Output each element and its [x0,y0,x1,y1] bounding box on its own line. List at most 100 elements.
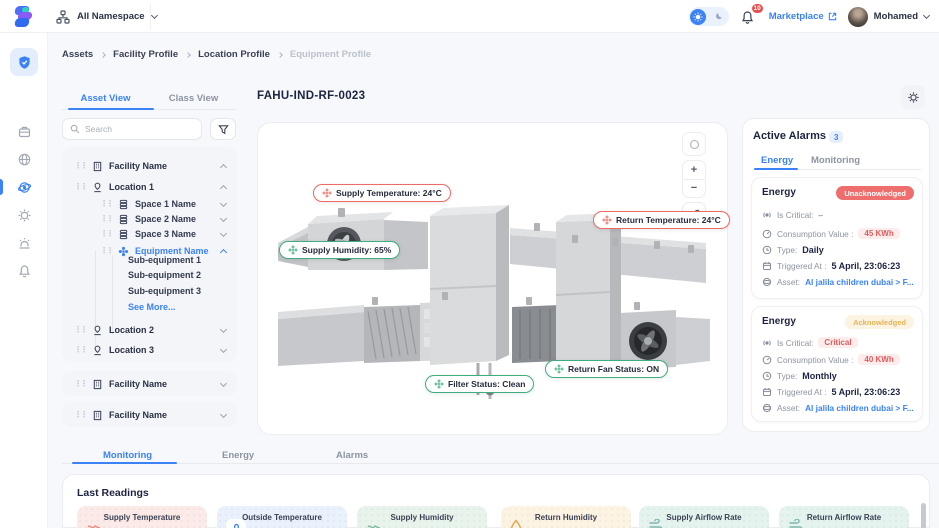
drag-handle-icon[interactable]: ⋮⋮ [100,230,112,238]
tree-item-location-1[interactable]: ⋮⋮ Location 1 [74,180,226,194]
gauge-icon [762,355,772,365]
clock-icon [762,245,772,255]
tree-item-sub-equipment-2[interactable]: Sub-equipment 2 [128,268,201,282]
building-icon [92,410,103,421]
tab-alarms[interactable]: Alarms [336,450,368,461]
chevron-down-icon[interactable] [220,199,227,206]
external-link-icon [828,12,837,21]
tab-monitoring[interactable]: Monitoring [103,450,152,461]
reading-supply-temperature[interactable]: Supply Temperature [77,506,207,528]
search-icon [70,124,80,134]
alarms-tab-monitoring[interactable]: Monitoring [811,155,860,166]
reading-return-airflow-rate[interactable]: Return Airflow Rate [779,506,909,528]
label-supply-humidity[interactable]: Supply Humidity: 65% [279,241,400,259]
chevron-up-icon[interactable] [220,248,227,255]
facility-card-3[interactable]: ⋮⋮ Facility Name [62,402,237,427]
tree-item-location-3[interactable]: ⋮⋮ Location 3 [74,343,226,357]
tree-item-space-2[interactable]: ⋮⋮ Space 2 Name [100,212,226,226]
tree-item-space-3[interactable]: ⋮⋮ Space 3 Name [100,227,226,241]
chevron-down-icon[interactable] [220,214,227,221]
tree-item-sub-equipment-3[interactable]: Sub-equipment 3 [128,284,201,298]
orbit-tool-button[interactable] [682,132,706,156]
tab-asset-view[interactable]: Asset View [62,93,149,104]
breadcrumb-location-profile[interactable]: Location Profile [198,49,270,60]
drag-handle-icon[interactable]: ⋮⋮ [74,183,86,191]
label-supply-temperature[interactable]: Supply Temperature: 24°C [313,184,451,202]
chevron-down-icon[interactable] [220,379,227,386]
drag-handle-icon[interactable]: ⋮⋮ [74,326,86,334]
namespace-selector[interactable]: All Namespace [56,0,171,33]
tree-item-location-2[interactable]: ⋮⋮ Location 2 [74,323,226,337]
rail-item-settings[interactable] [10,201,38,229]
tree-see-more[interactable]: See More... [128,300,176,314]
alarm-card-acknowledged[interactable]: Energy Acknowledged Is Critical: Critica… [751,306,923,422]
chevron-up-icon[interactable] [220,163,227,170]
user-menu[interactable]: Mohamed [848,7,929,27]
theme-toggle[interactable] [689,7,729,26]
drag-handle-icon[interactable]: ⋮⋮ [74,346,86,354]
breadcrumb-facility-profile[interactable]: Facility Profile [113,49,178,60]
chevron-down-icon[interactable] [220,410,227,417]
alarm-row-is-critical: Is Critical: – [762,210,823,220]
app-logo[interactable] [13,5,36,28]
asset-link[interactable]: Al jalila children dubai > F... [805,277,914,287]
last-readings-card: Last Readings Supply Temperature Outside… [62,474,930,528]
calendar-icon [762,261,772,271]
marketplace-link[interactable]: Marketplace [769,11,837,22]
sun-icon[interactable] [690,9,706,25]
alarm-row-asset: Asset: Al jalila children dubai > F... [762,403,914,413]
alarm-card-unacknowledged[interactable]: Energy Unacknowledged Is Critical: – Con… [751,177,923,299]
settings-button[interactable] [901,85,925,109]
tree-item-facility[interactable]: ⋮⋮ Facility Name [74,159,226,173]
gear-icon [907,91,920,104]
label-return-temperature[interactable]: Return Temperature: 24°C [593,211,730,229]
reading-supply-humidity[interactable]: Supply Humidity [357,506,487,528]
fan-icon [554,364,564,374]
drag-handle-icon[interactable]: ⋮⋮ [74,411,86,419]
chevron-down-icon[interactable] [220,325,227,332]
tree-item-sub-equipment-1[interactable]: Sub-equipment 1 [128,253,201,267]
breadcrumb-assets[interactable]: Assets [62,49,93,60]
active-tab-indicator [68,108,154,110]
location-icon [92,345,103,356]
label-return-fan-status[interactable]: Return Fan Status: ON [545,360,668,378]
rail-item-assets[interactable] [10,117,38,145]
drag-handle-icon[interactable]: ⋮⋮ [74,380,86,388]
equipment-3d-viewer[interactable]: Supply Temperature: 24°C Return Temperat… [257,122,728,435]
rail-item-security[interactable] [10,48,38,76]
drag-handle-icon[interactable]: ⋮⋮ [100,215,112,223]
scrollbar-thumb[interactable] [921,503,926,528]
tab-class-view[interactable]: Class View [150,93,237,104]
chevron-up-icon[interactable] [220,184,227,191]
search-input[interactable] [85,124,185,134]
rail-item-digital-twin[interactable] [10,173,38,201]
breadcrumb: Assets Facility Profile Location Profile… [62,49,371,60]
alarm-row-type: Type: Daily [762,245,824,255]
rail-item-alerts[interactable] [10,229,38,257]
zoom-out-button[interactable]: − [683,179,705,197]
asset-link[interactable]: Al jalila children dubai > F... [805,403,914,413]
reading-supply-airflow-rate[interactable]: Supply Airflow Rate [639,506,769,528]
drag-handle-icon[interactable]: ⋮⋮ [74,162,86,170]
chevron-down-icon[interactable] [220,229,227,236]
tab-energy[interactable]: Energy [222,450,254,461]
filter-button[interactable] [210,118,236,140]
zoom-in-button[interactable]: + [683,161,705,179]
tree-item-space-1[interactable]: ⋮⋮ Space 1 Name [100,197,226,211]
facility-card-2[interactable]: ⋮⋮ Facility Name [62,371,237,396]
humidity-icon [366,519,380,528]
notifications-button[interactable]: 10 [740,7,758,27]
reading-return-humidity[interactable]: Return Humidity [501,506,631,528]
label-filter-status[interactable]: Filter Status: Clean [425,375,534,393]
moon-icon[interactable] [712,10,726,24]
alarm-row-consumption: Consumption Value : 45 KWh [762,228,900,239]
drag-handle-icon[interactable]: ⋮⋮ [100,200,112,208]
filter-icon [218,124,229,135]
rail-item-globe[interactable] [10,145,38,173]
chevron-down-icon[interactable] [220,345,227,352]
drag-handle-icon[interactable]: ⋮⋮ [100,247,112,255]
alarms-tab-energy[interactable]: Energy [761,155,793,166]
reading-outside-temperature[interactable]: Outside Temperature [217,506,347,528]
rail-item-notifications[interactable] [10,257,38,285]
layers-icon [118,199,129,210]
